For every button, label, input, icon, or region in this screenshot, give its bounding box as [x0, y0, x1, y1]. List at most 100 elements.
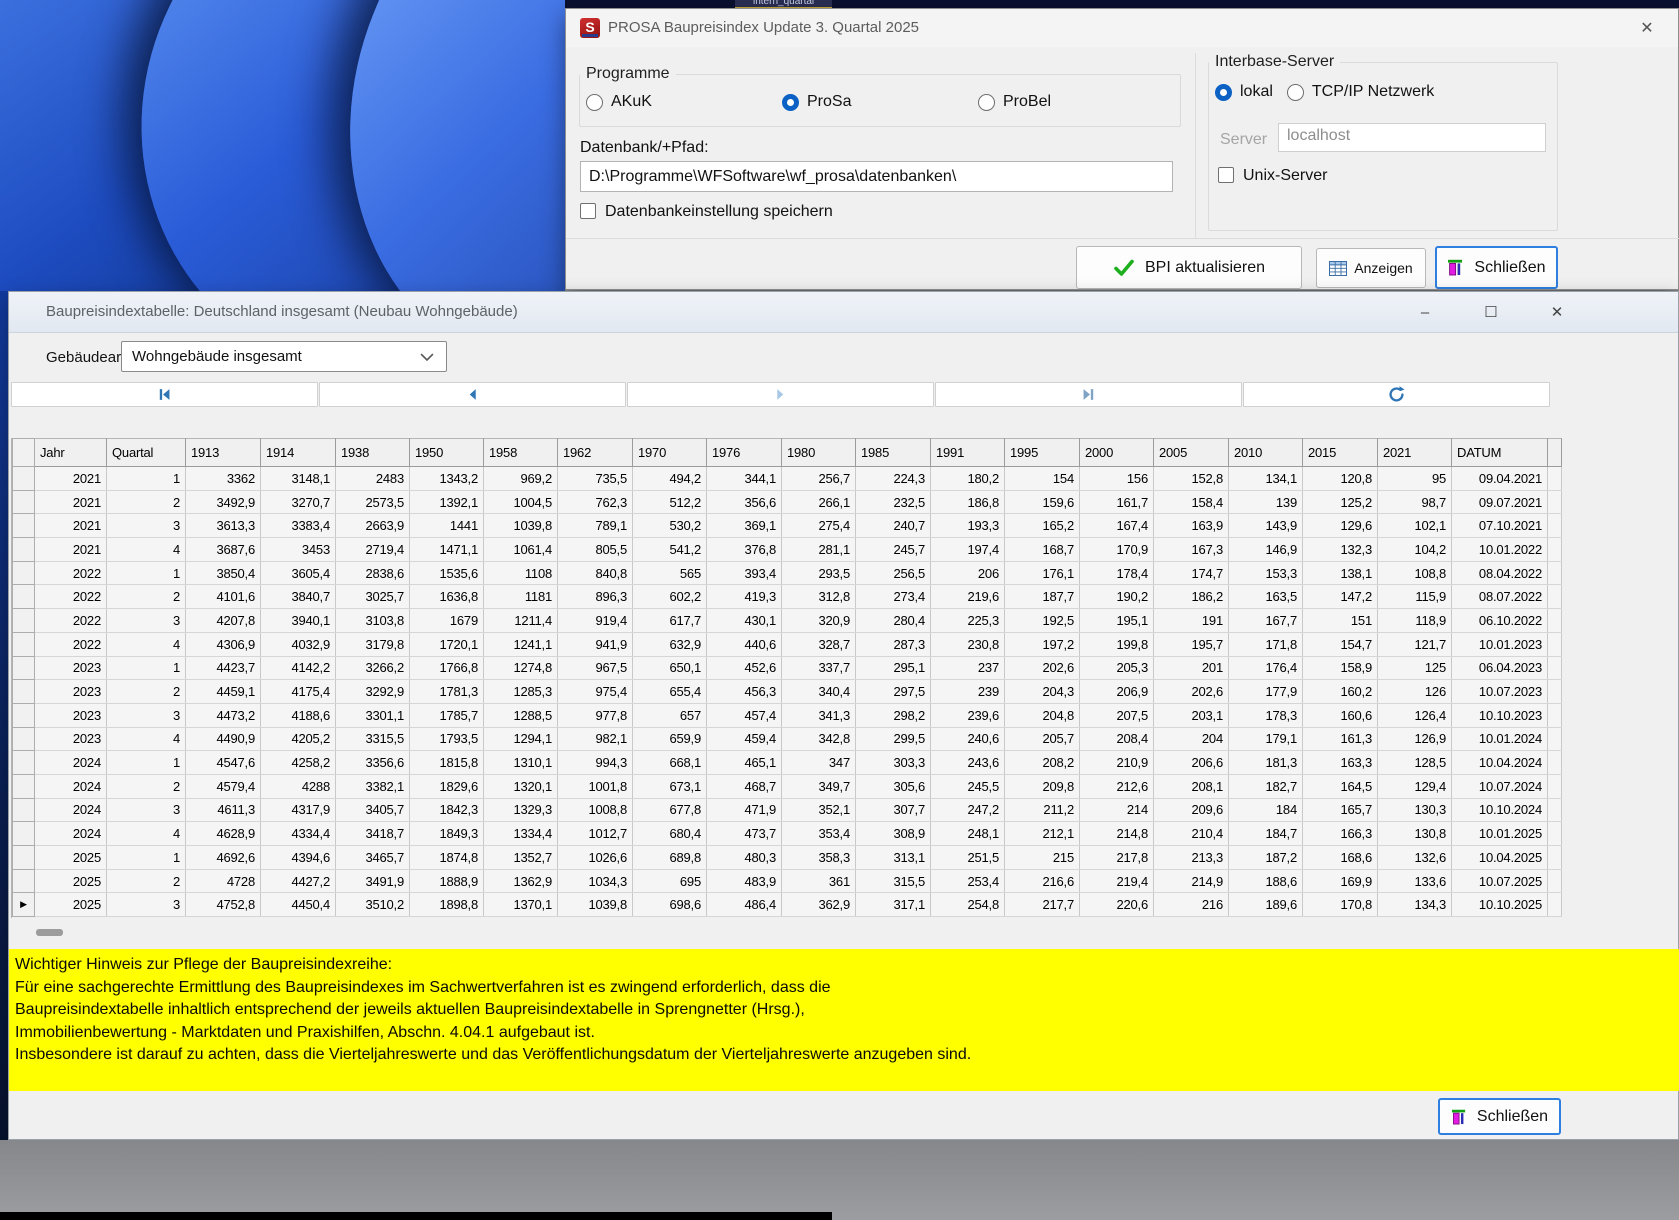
cell[interactable]: 340,4: [781, 679, 856, 704]
cell[interactable]: 07.10.2021: [1451, 513, 1548, 539]
cell[interactable]: 2: [106, 584, 186, 610]
cell[interactable]: 193,3: [930, 513, 1005, 539]
cell[interactable]: 3418,7: [335, 821, 410, 846]
cell[interactable]: 4611,3: [185, 798, 261, 823]
row-selector[interactable]: [12, 537, 35, 562]
cell[interactable]: 1108: [483, 561, 558, 586]
column-header-1938[interactable]: 1938: [335, 438, 410, 467]
cell[interactable]: 313,1: [855, 845, 931, 870]
cell[interactable]: 4427,2: [260, 869, 336, 894]
cell[interactable]: 186,8: [930, 490, 1005, 515]
cell[interactable]: 154,7: [1302, 632, 1378, 657]
cell[interactable]: 977,8: [557, 703, 633, 728]
cell[interactable]: 1352,7: [483, 845, 558, 870]
minimize-icon[interactable]: –: [1410, 300, 1440, 325]
cell[interactable]: 132,3: [1302, 537, 1378, 562]
cell[interactable]: 2: [106, 679, 186, 704]
save-settings-checkbox[interactable]: Datenbankeinstellung speichern: [580, 203, 833, 221]
cell[interactable]: 10.01.2023: [1451, 632, 1548, 657]
cell[interactable]: 1008,8: [557, 798, 633, 823]
cell[interactable]: 457,4: [706, 703, 782, 728]
bpi-update-button[interactable]: BPI aktualisieren: [1076, 246, 1302, 289]
cell[interactable]: 10.07.2024: [1451, 774, 1548, 799]
cell[interactable]: 208,4: [1079, 727, 1154, 752]
cell[interactable]: 358,3: [781, 845, 856, 870]
cell[interactable]: 3266,2: [335, 656, 410, 681]
cell[interactable]: 180,2: [930, 466, 1005, 491]
cell[interactable]: 130,3: [1377, 798, 1452, 823]
cell[interactable]: 176,1: [1004, 561, 1080, 586]
column-header-1970[interactable]: 1970: [632, 438, 707, 467]
radio-lokal[interactable]: lokal: [1215, 83, 1273, 101]
cell[interactable]: 104,2: [1377, 537, 1452, 562]
cell[interactable]: 1535,6: [409, 561, 484, 586]
cell[interactable]: 237: [930, 656, 1005, 681]
cell[interactable]: 494,2: [632, 466, 707, 491]
cell[interactable]: 206,6: [1153, 750, 1229, 775]
cell[interactable]: 219,6: [930, 584, 1005, 610]
column-header-2000[interactable]: 2000: [1079, 438, 1154, 467]
cell[interactable]: 168,7: [1004, 537, 1080, 562]
cell[interactable]: 2023: [34, 703, 107, 728]
row-selector[interactable]: [12, 702, 35, 728]
cell[interactable]: 1288,5: [483, 703, 558, 728]
cell[interactable]: 176,4: [1228, 656, 1303, 681]
cell[interactable]: 190,2: [1079, 584, 1154, 610]
cell[interactable]: 1241,1: [483, 632, 558, 657]
cell[interactable]: 125: [1377, 656, 1452, 681]
cell[interactable]: 130,8: [1377, 821, 1452, 846]
cell[interactable]: 163,5: [1228, 584, 1303, 610]
cell[interactable]: 1793,5: [409, 727, 484, 752]
cell[interactable]: 4317,9: [260, 798, 336, 823]
cell[interactable]: 840,8: [557, 561, 633, 586]
cell[interactable]: 287,3: [855, 632, 931, 657]
cell[interactable]: 486,4: [706, 892, 782, 918]
current-row-marker[interactable]: ▶: [12, 892, 35, 918]
nav-refresh-button[interactable]: [1243, 382, 1550, 407]
cell[interactable]: 2024: [34, 798, 107, 823]
cell[interactable]: 211,2: [1004, 798, 1080, 823]
cell[interactable]: 3405,7: [335, 798, 410, 823]
dialog-titlebar[interactable]: S PROSA Baupreisindex Update 3. Quartal …: [566, 9, 1678, 47]
cell[interactable]: 209,8: [1004, 774, 1080, 799]
cell[interactable]: 203,1: [1153, 703, 1229, 728]
cell[interactable]: 317,1: [855, 892, 931, 918]
cell[interactable]: 4175,4: [260, 679, 336, 704]
cell[interactable]: 275,4: [781, 513, 856, 539]
cell[interactable]: 197,2: [1004, 632, 1080, 657]
cell[interactable]: 170,9: [1079, 537, 1154, 562]
cell[interactable]: 169,9: [1302, 869, 1378, 894]
cell[interactable]: 1874,8: [409, 845, 484, 870]
cell[interactable]: 178,4: [1079, 561, 1154, 586]
cell[interactable]: 120,8: [1302, 466, 1378, 491]
cell[interactable]: 239,6: [930, 703, 1005, 728]
cell[interactable]: 1898,8: [409, 892, 484, 918]
cell[interactable]: 3383,4: [260, 513, 336, 539]
cell[interactable]: 1362,9: [483, 869, 558, 894]
cell[interactable]: 188,6: [1228, 869, 1303, 894]
cell[interactable]: 1720,1: [409, 632, 484, 657]
cell[interactable]: 10.01.2025: [1451, 821, 1548, 846]
cell[interactable]: 10.07.2023: [1451, 679, 1548, 704]
cell[interactable]: 473,7: [706, 821, 782, 846]
cell[interactable]: 06.04.2023: [1451, 656, 1548, 681]
cell[interactable]: 4032,9: [260, 632, 336, 657]
cell[interactable]: 1781,3: [409, 679, 484, 704]
column-header-2015[interactable]: 2015: [1302, 438, 1378, 467]
cell[interactable]: 1039,8: [483, 513, 558, 539]
row-selector[interactable]: [12, 679, 35, 704]
cell[interactable]: 967,5: [557, 656, 633, 681]
column-header-2021[interactable]: 2021: [1377, 438, 1452, 467]
cell[interactable]: 541,2: [632, 537, 707, 562]
cell[interactable]: 1310,1: [483, 750, 558, 775]
cell[interactable]: 170,8: [1302, 892, 1378, 918]
cell[interactable]: 245,7: [855, 537, 931, 562]
cell[interactable]: 2024: [34, 750, 107, 775]
cell[interactable]: 3270,7: [260, 490, 336, 515]
cell[interactable]: 212,6: [1079, 774, 1154, 799]
cell[interactable]: 217,8: [1079, 845, 1154, 870]
cell[interactable]: 2: [106, 490, 186, 515]
cell[interactable]: 393,4: [706, 561, 782, 586]
cell[interactable]: 919,4: [557, 608, 633, 633]
cell[interactable]: 2483: [335, 466, 410, 491]
